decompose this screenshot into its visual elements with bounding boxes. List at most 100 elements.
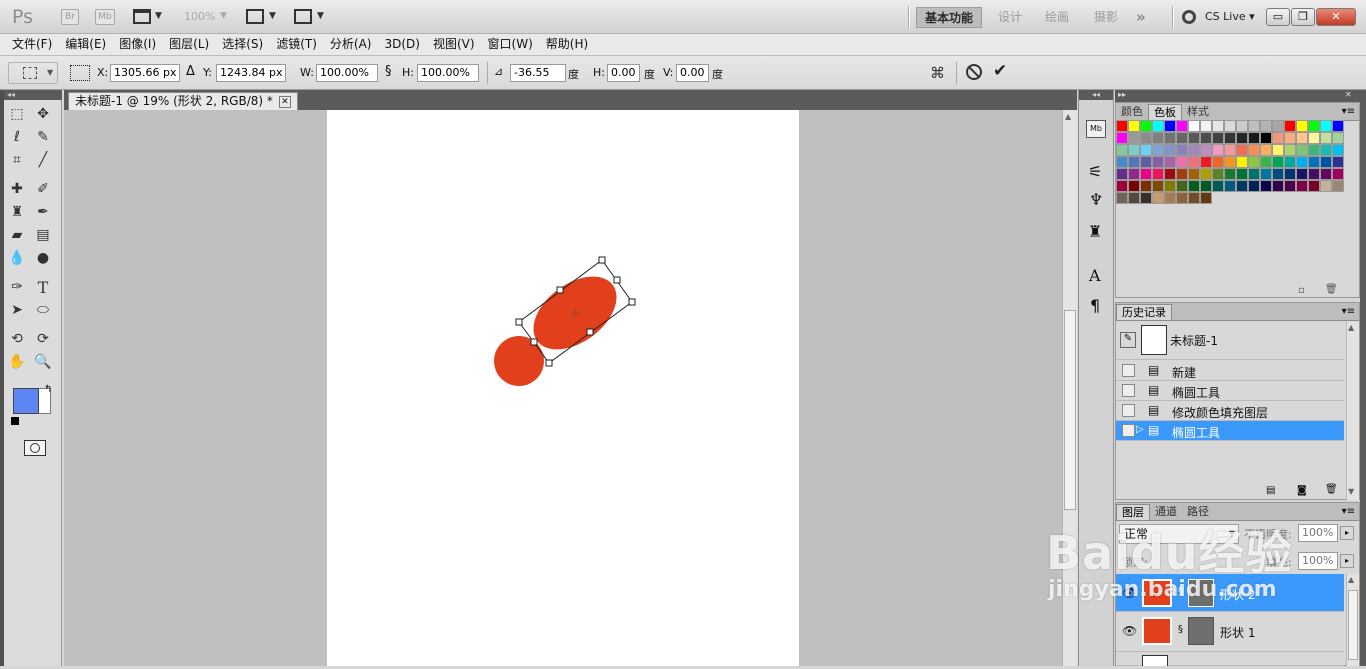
- zoom-tool-icon[interactable]: 🔍: [32, 352, 54, 373]
- vertical-skew-field[interactable]: 0.00: [676, 64, 709, 82]
- chevron-down-icon[interactable]: ▼: [220, 11, 227, 21]
- color-swatch[interactable]: [1248, 168, 1260, 180]
- eraser-tool-icon[interactable]: ▰: [6, 225, 28, 246]
- history-brush-source-icon[interactable]: ✎: [1120, 332, 1136, 348]
- commit-transform-icon[interactable]: ✔: [993, 61, 1007, 81]
- restore-button[interactable]: ❐: [1291, 8, 1315, 26]
- color-swatch[interactable]: [1320, 132, 1332, 144]
- color-swatch[interactable]: [1116, 144, 1128, 156]
- color-swatch[interactable]: [1248, 180, 1260, 192]
- color-swatch[interactable]: [1224, 132, 1236, 144]
- scroll-down-icon[interactable]: ▼: [1348, 487, 1354, 496]
- color-swatch[interactable]: [1128, 180, 1140, 192]
- color-swatch[interactable]: [1128, 144, 1140, 156]
- brush-panel-icon[interactable]: ♆: [1089, 190, 1103, 209]
- menu-edit[interactable]: 编辑(E): [65, 34, 106, 55]
- color-swatch[interactable]: [1188, 168, 1200, 180]
- color-swatch[interactable]: [1128, 120, 1140, 132]
- character-panel-icon[interactable]: A: [1089, 266, 1101, 285]
- tab-channels[interactable]: 通道: [1150, 504, 1182, 520]
- history-state-row[interactable]: ▷ ▤ 椭圆工具: [1116, 421, 1344, 441]
- color-swatch[interactable]: [1212, 156, 1224, 168]
- color-swatch[interactable]: [1236, 168, 1248, 180]
- color-swatch[interactable]: [1128, 168, 1140, 180]
- color-swatch[interactable]: [1140, 144, 1152, 156]
- scrollbar-thumb[interactable]: [1348, 590, 1358, 660]
- color-swatch[interactable]: [1176, 132, 1188, 144]
- history-source-checkbox[interactable]: [1122, 364, 1135, 377]
- history-source-checkbox[interactable]: [1122, 384, 1135, 397]
- new-snapshot-icon[interactable]: ◙: [1297, 485, 1307, 496]
- menu-view[interactable]: 视图(V): [433, 34, 475, 55]
- tab-paths[interactable]: 路径: [1182, 504, 1214, 520]
- color-swatch[interactable]: [1164, 132, 1176, 144]
- color-swatch[interactable]: [1200, 180, 1212, 192]
- color-swatch[interactable]: [1308, 132, 1320, 144]
- color-swatch[interactable]: [1272, 132, 1284, 144]
- workspace-photography[interactable]: 摄影: [1086, 7, 1126, 28]
- type-tool-icon[interactable]: T: [32, 277, 54, 298]
- color-swatch[interactable]: [1152, 120, 1164, 132]
- x-position-field[interactable]: 1305.66 px: [110, 64, 180, 82]
- color-swatch[interactable]: [1164, 168, 1176, 180]
- close-dock-icon[interactable]: ✕: [1345, 90, 1352, 99]
- color-swatch[interactable]: [1320, 156, 1332, 168]
- color-swatch[interactable]: [1236, 144, 1248, 156]
- color-swatch[interactable]: [1128, 132, 1140, 144]
- color-swatch[interactable]: [1248, 120, 1260, 132]
- width-field[interactable]: 100.00%: [316, 64, 378, 82]
- color-swatch[interactable]: [1308, 180, 1320, 192]
- fill-field[interactable]: 100%: [1298, 552, 1338, 570]
- delete-state-icon[interactable]: 🗑: [1325, 484, 1338, 495]
- color-swatch[interactable]: [1272, 144, 1284, 156]
- lasso-tool-icon[interactable]: ℓ: [6, 127, 28, 148]
- menu-3d[interactable]: 3D(D): [384, 34, 419, 55]
- y-position-field[interactable]: 1243.84 px: [216, 64, 286, 82]
- color-swatch[interactable]: [1128, 192, 1140, 204]
- layers-scrollbar[interactable]: ▲: [1346, 574, 1359, 666]
- color-swatch[interactable]: [1176, 192, 1188, 204]
- color-swatch[interactable]: [1320, 168, 1332, 180]
- color-swatch[interactable]: [1332, 180, 1344, 192]
- color-swatch[interactable]: [1200, 144, 1212, 156]
- scroll-up-icon[interactable]: ▲: [1348, 575, 1354, 584]
- workspace-design[interactable]: 设计: [990, 7, 1030, 28]
- stamp-tool-icon[interactable]: ♜: [6, 202, 28, 223]
- tool-preset-picker[interactable]: ▼: [8, 62, 58, 84]
- opacity-field[interactable]: 100%: [1298, 524, 1338, 542]
- menu-analysis[interactable]: 分析(A): [330, 34, 372, 55]
- color-swatch[interactable]: [1176, 156, 1188, 168]
- history-state-row[interactable]: ▤ 椭圆工具: [1116, 381, 1344, 401]
- menu-filter[interactable]: 滤镜(T): [276, 34, 317, 55]
- cancel-transform-icon[interactable]: [966, 64, 982, 80]
- color-swatch[interactable]: [1296, 132, 1308, 144]
- cs-live-icon[interactable]: [1182, 10, 1196, 24]
- color-swatch[interactable]: [1152, 192, 1164, 204]
- color-swatch[interactable]: [1272, 156, 1284, 168]
- color-swatch[interactable]: [1284, 156, 1296, 168]
- color-swatch[interactable]: [1332, 168, 1344, 180]
- screen-mode-icon[interactable]: [294, 9, 312, 24]
- color-swatch[interactable]: [1140, 120, 1152, 132]
- color-swatch[interactable]: [1260, 168, 1272, 180]
- color-swatch[interactable]: [1176, 120, 1188, 132]
- panel-menu-icon[interactable]: ▾≡: [1342, 504, 1355, 520]
- ellipse-tool-icon[interactable]: ⬭: [32, 300, 54, 321]
- color-swatch[interactable]: [1212, 144, 1224, 156]
- tab-swatches[interactable]: 色板: [1148, 104, 1182, 120]
- history-state-row[interactable]: ▤ 修改颜色填充图层: [1116, 401, 1344, 421]
- color-swatch[interactable]: [1116, 132, 1128, 144]
- color-swatch[interactable]: [1332, 120, 1344, 132]
- color-swatch[interactable]: [1200, 132, 1212, 144]
- default-colors-icon[interactable]: [11, 417, 19, 425]
- paragraph-panel-icon[interactable]: ¶: [1090, 296, 1100, 315]
- tab-styles[interactable]: 样式: [1182, 104, 1214, 120]
- clone-source-icon[interactable]: ♜: [1088, 222, 1102, 241]
- color-swatch[interactable]: [1176, 144, 1188, 156]
- color-swatch[interactable]: [1272, 180, 1284, 192]
- color-swatch[interactable]: [1284, 168, 1296, 180]
- color-swatch[interactable]: [1152, 144, 1164, 156]
- color-swatch[interactable]: [1164, 144, 1176, 156]
- new-document-from-state-icon[interactable]: ▤: [1266, 485, 1275, 496]
- chevron-down-icon[interactable]: ▼: [317, 11, 324, 21]
